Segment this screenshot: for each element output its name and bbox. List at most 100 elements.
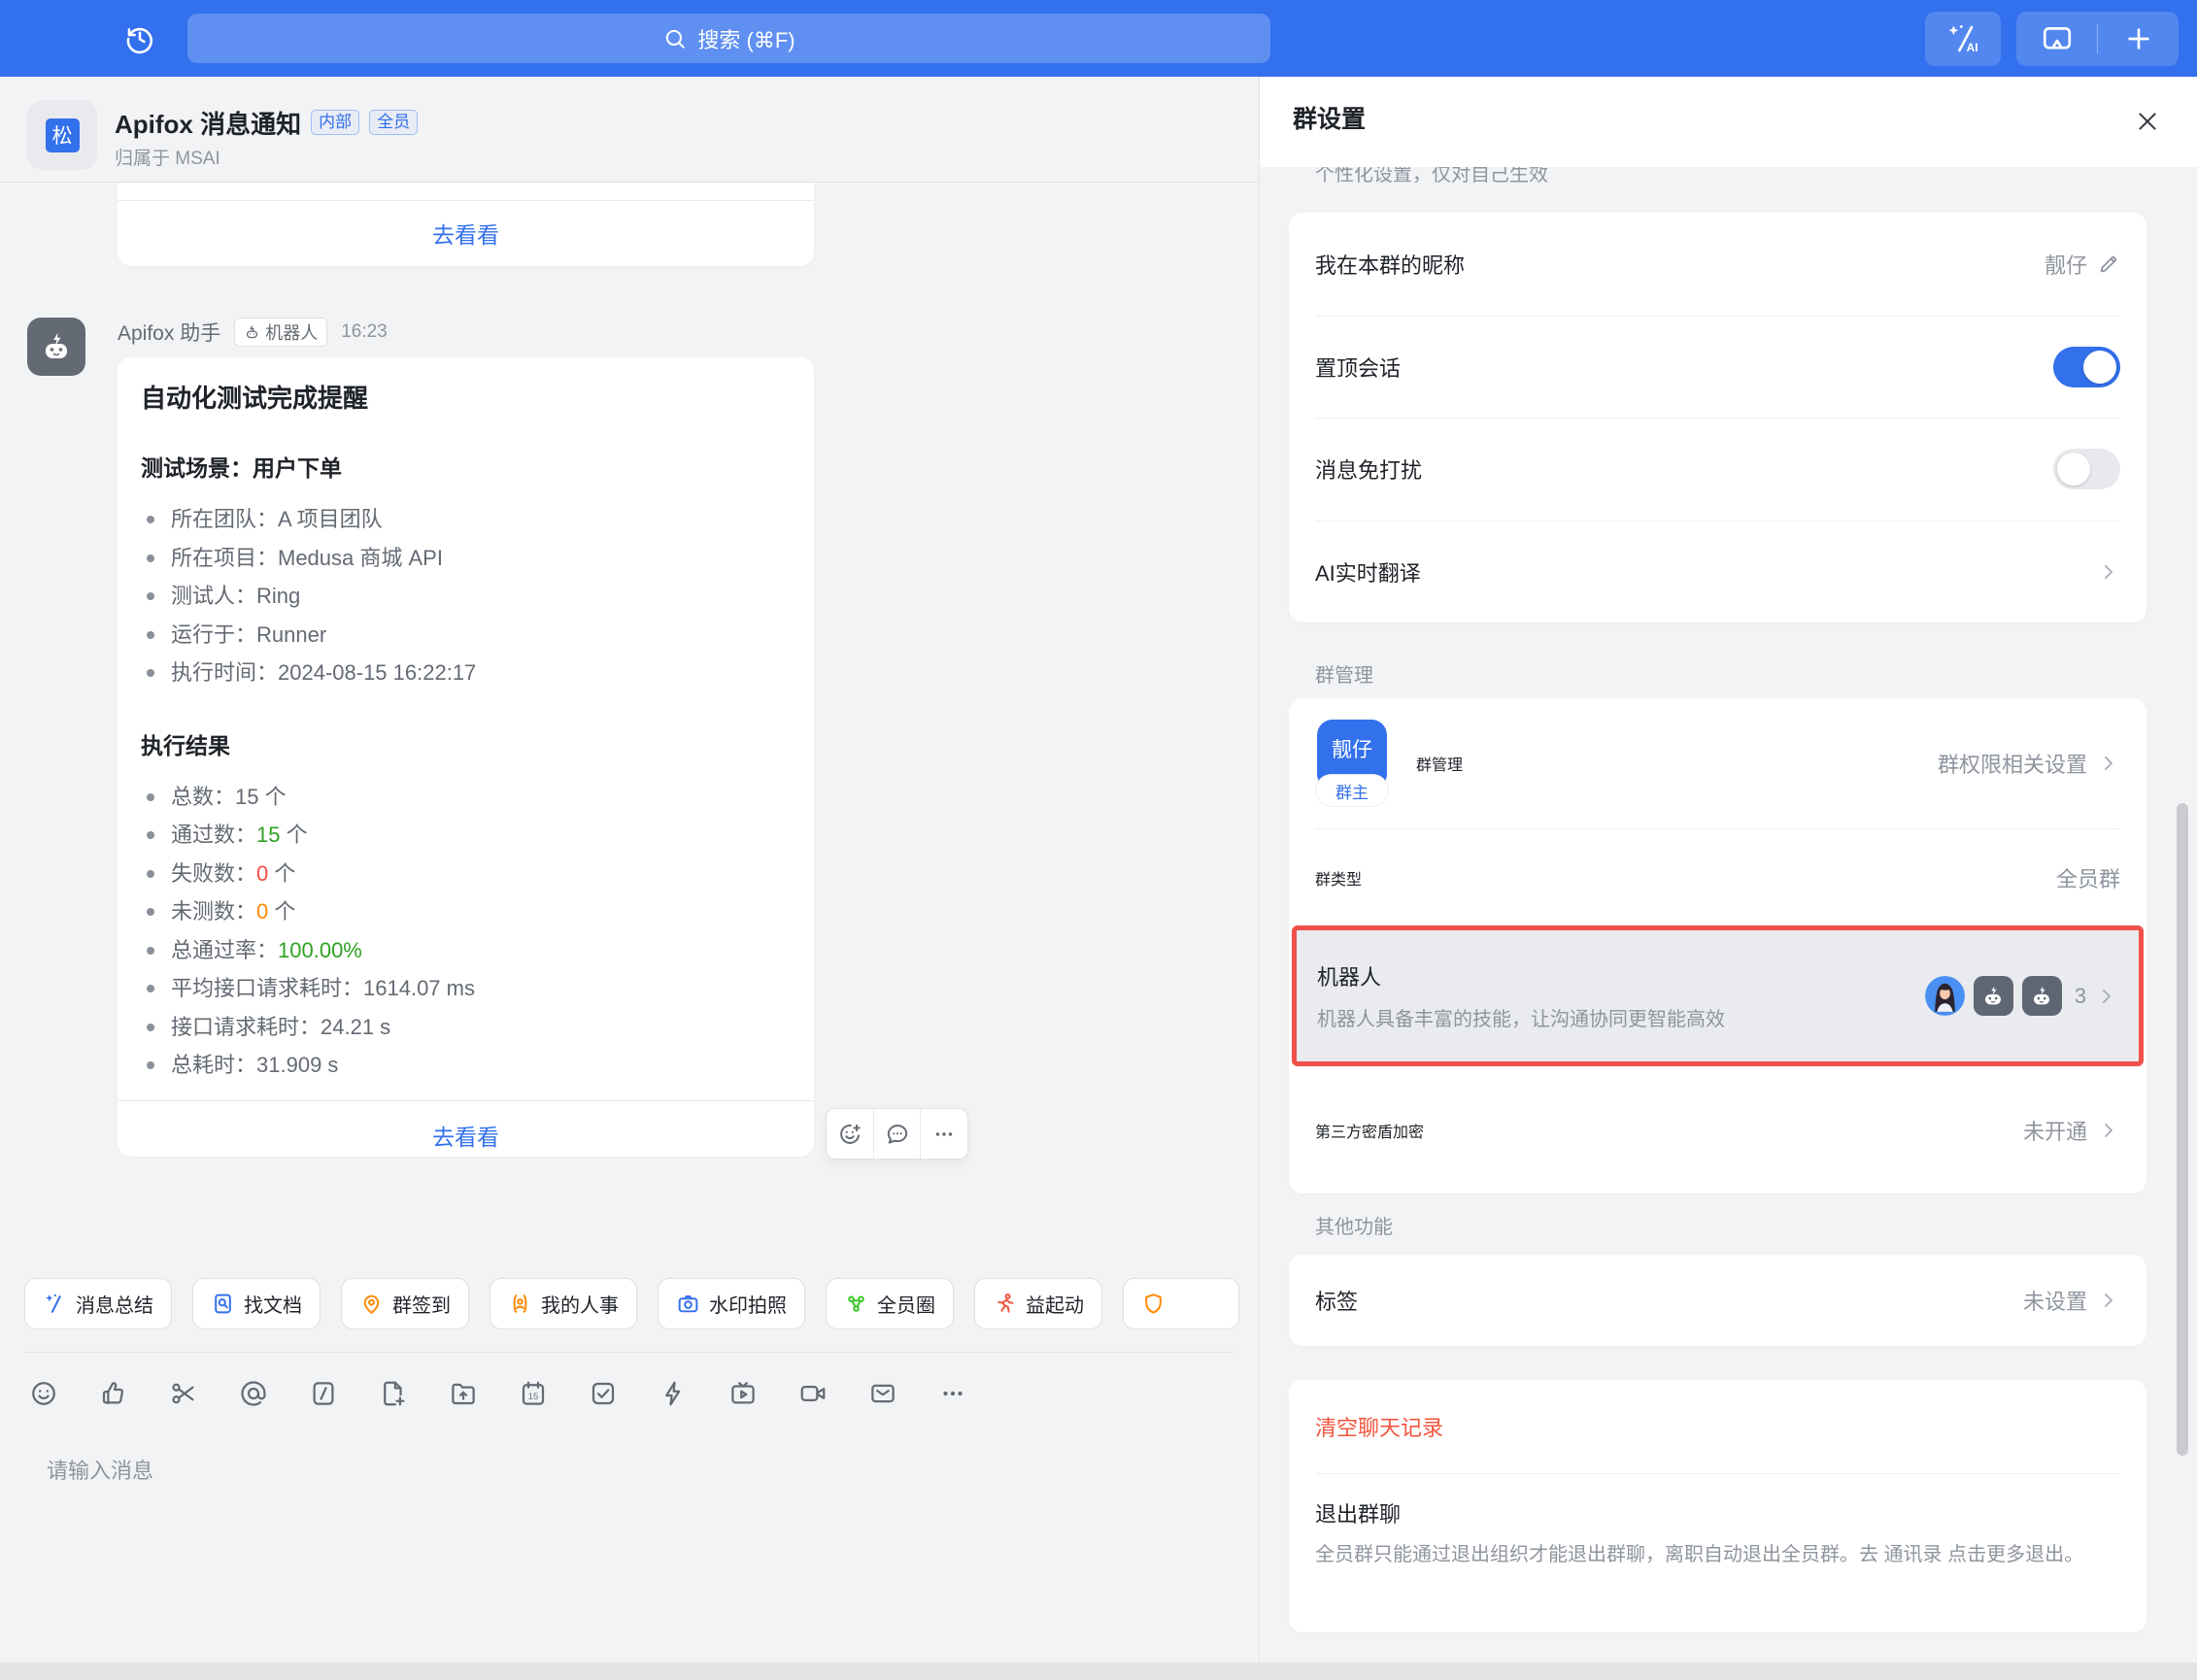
- scene-list: 所在团队：A 项目团队 所在项目：Medusa 商城 API 测试人：Ring …: [118, 500, 814, 692]
- list-item: 所在项目：Medusa 商城 API: [141, 539, 791, 578]
- quit-group-label: 退出群聊: [1315, 1497, 2120, 1529]
- search-icon: [662, 26, 688, 51]
- chat-column: 松 Apifox 消息通知 内部 全员 归属于 MSAI 去看看 Apifox …: [0, 77, 1259, 1663]
- bots-label: 机器人: [1317, 960, 1725, 991]
- mute-toggle[interactable]: [2053, 449, 2120, 489]
- section-label-admin: 群管理: [1315, 659, 1373, 688]
- chevron-right-icon: [2097, 560, 2120, 584]
- panel-scrollbar[interactable]: [2177, 803, 2188, 1456]
- pin-chat-toggle[interactable]: [2053, 347, 2120, 387]
- list-item: 总通过率：100.00%: [141, 931, 791, 970]
- sender-name: Apifox 助手: [118, 318, 220, 347]
- bots-row-highlighted[interactable]: 机器人 机器人具备丰富的技能，让沟通协同更智能高效: [1292, 925, 2144, 1066]
- group-settings-panel: 群设置 个性化设置，仅对自己生效 我在本群的昵称 靓仔: [1259, 77, 2197, 1663]
- robot-icon: [244, 324, 260, 341]
- card-title: 自动化测试完成提醒: [118, 357, 814, 415]
- topbar: 搜索 (⌘F) AI: [0, 0, 2197, 77]
- message-time: 16:23: [341, 321, 388, 343]
- list-item: 运行于：Runner: [141, 616, 791, 655]
- chevron-right-icon: [2097, 752, 2120, 775]
- list-item: 接口请求耗时：24.21 s: [141, 1008, 791, 1047]
- result-list: 总数：15 个 通过数：15 个 失败数：0 个 未测数：0 个 总通过率：10…: [118, 778, 814, 1085]
- search-input[interactable]: 搜索 (⌘F): [187, 14, 1270, 63]
- video-call-icon[interactable]: [798, 1379, 828, 1408]
- encryption-row[interactable]: 第三方密盾加密 未开通: [1315, 1066, 2120, 1193]
- svg-text:AI: AI: [1967, 41, 1978, 54]
- chip-message-summary[interactable]: 消息总结: [24, 1278, 172, 1329]
- slash-command-icon[interactable]: [309, 1379, 338, 1408]
- chip-exercise[interactable]: 益起动: [974, 1278, 1102, 1329]
- screen-share-icon[interactable]: [2016, 12, 2097, 66]
- chevron-right-icon: [2097, 1119, 2120, 1142]
- video-channel-icon[interactable]: [728, 1379, 758, 1408]
- list-item: 所在团队：A 项目团队: [141, 500, 791, 539]
- quit-group-description: 全员群只能通过退出组织才能退出群聊，离职自动退出全员群。去 通讯录 点击更多退出…: [1315, 1540, 2113, 1570]
- thumbs-up-icon[interactable]: [99, 1379, 128, 1408]
- member-avatar: [1925, 976, 1965, 1016]
- screenshot-scissors-icon[interactable]: [169, 1379, 198, 1408]
- chip-my-hr[interactable]: 我的人事: [490, 1278, 637, 1329]
- group-manage-row[interactable]: 靓仔 群主 群管理 群权限相关设置: [1315, 698, 2120, 828]
- chip-partial[interactable]: [1123, 1278, 1239, 1329]
- composer-toolbar: 15: [29, 1379, 967, 1408]
- edit-pencil-icon[interactable]: [2097, 252, 2120, 276]
- chip-all-members-circle[interactable]: 全员圈: [826, 1278, 954, 1329]
- list-item: 总数：15 个: [141, 778, 791, 817]
- close-icon[interactable]: [2124, 98, 2171, 145]
- clear-history-button[interactable]: 清空聊天记录: [1315, 1380, 2120, 1473]
- chip-find-docs[interactable]: 找文档: [192, 1278, 321, 1329]
- more-actions-icon[interactable]: [920, 1109, 967, 1159]
- search-placeholder: 搜索 (⌘F): [697, 23, 794, 54]
- personal-settings-card: 我在本群的昵称 靓仔 置顶会话 消息免打扰 AI实: [1289, 213, 2146, 622]
- scene-heading: 测试场景：用户下单: [118, 450, 814, 483]
- list-item: 未测数：0 个: [141, 892, 791, 931]
- new-chat-plus-icon[interactable]: [2098, 12, 2179, 66]
- history-icon[interactable]: [115, 14, 165, 64]
- badge-internal: 内部: [311, 110, 359, 135]
- ai-translate-row[interactable]: AI实时翻译: [1315, 521, 2120, 623]
- ai-assistant-button[interactable]: AI: [1925, 12, 2001, 66]
- bot-badge: 机器人: [234, 318, 327, 347]
- message-input[interactable]: 请输入消息: [47, 1454, 153, 1485]
- go-see-link[interactable]: 去看看: [118, 1101, 814, 1170]
- nickname-value: 靓仔: [2045, 249, 2087, 280]
- panel-header: 群设置: [1260, 77, 2197, 167]
- app-window: 搜索 (⌘F) AI: [0, 0, 2197, 1663]
- shortcut-lightning-icon[interactable]: [659, 1379, 688, 1408]
- list-item: 测试人：Ring: [141, 577, 791, 616]
- calendar-icon[interactable]: 15: [519, 1379, 548, 1408]
- composer-divider: [24, 1352, 1234, 1353]
- bots-count: 3: [2075, 984, 2086, 1009]
- list-item: 执行时间：2024-08-15 16:22:17: [141, 654, 791, 692]
- go-see-link[interactable]: 去看看: [118, 201, 814, 265]
- group-avatar[interactable]: 松: [27, 100, 97, 170]
- message-hover-toolbar: [826, 1108, 968, 1159]
- chat-title: Apifox 消息通知: [115, 105, 301, 141]
- chat-subtitle: 归属于 MSAI: [115, 144, 220, 170]
- topbar-actions: [2016, 12, 2179, 66]
- manage-value: 群权限相关设置: [1938, 748, 2087, 779]
- bot-member-avatar: [1974, 976, 2013, 1016]
- reply-icon[interactable]: [873, 1109, 921, 1159]
- upload-folder-icon[interactable]: [449, 1379, 478, 1408]
- bot-member-avatar: [2022, 976, 2062, 1016]
- emoji-icon[interactable]: [29, 1379, 58, 1408]
- nickname-row[interactable]: 我在本群的昵称 靓仔: [1315, 213, 2120, 316]
- list-item: 通过数：15 个: [141, 816, 791, 855]
- task-icon[interactable]: [589, 1379, 618, 1408]
- chip-watermark-photo[interactable]: 水印拍照: [658, 1278, 805, 1329]
- add-reaction-icon[interactable]: [827, 1109, 873, 1159]
- group-avatar-tile: 松: [46, 118, 80, 152]
- mention-icon[interactable]: [239, 1379, 268, 1408]
- quick-action-chips: 消息总结 找文档 群签到 我: [24, 1278, 1239, 1329]
- bot-avatar[interactable]: [27, 318, 85, 376]
- mail-icon[interactable]: [868, 1379, 897, 1408]
- previous-message-card: 去看看: [118, 183, 814, 266]
- chip-group-checkin[interactable]: 群签到: [341, 1278, 469, 1329]
- more-icon[interactable]: [938, 1379, 967, 1408]
- tag-row[interactable]: 标签 未设置: [1315, 1255, 2120, 1346]
- window-bottom-edge: [0, 1663, 2197, 1680]
- chevron-right-icon: [2095, 985, 2118, 1008]
- svg-text:15: 15: [528, 1392, 538, 1401]
- new-doc-icon[interactable]: [379, 1379, 408, 1408]
